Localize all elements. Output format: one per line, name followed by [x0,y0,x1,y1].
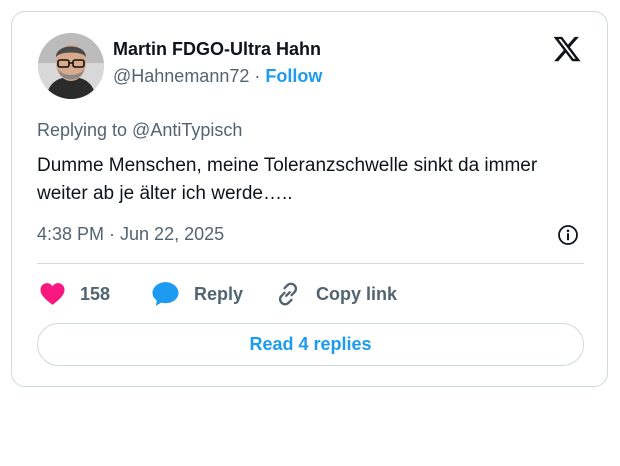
info-icon[interactable] [557,224,579,246]
reply-bubble-icon [152,282,179,306]
read-replies-button[interactable]: Read 4 replies [37,323,584,366]
reply-label: Reply [194,283,244,304]
replying-to[interactable]: Replying to @AntiTypisch [37,120,242,141]
avatar-image [38,33,104,99]
tweet-card: Martin FDGO-Ultra Hahn @Hahnemann72 · Fo… [11,11,608,387]
author-name[interactable]: Martin FDGO-Ultra Hahn [113,39,321,60]
heart-icon [40,283,65,305]
divider [37,263,584,264]
author-handle[interactable]: @Hahnemann72 [113,66,249,86]
read-replies-label: Read 4 replies [249,334,372,354]
timestamp[interactable]: 4:38 PM · Jun 22, 2025 [37,224,224,245]
separator-dot: · [254,66,261,86]
avatar[interactable] [38,33,104,99]
author-handle-row: @Hahnemann72 · Follow [113,66,322,87]
x-logo-icon[interactable] [552,34,582,64]
copy-link-button[interactable]: Copy link [274,280,397,308]
copy-link-label: Copy link [316,283,398,304]
like-count: 158 [80,283,111,304]
link-icon [278,282,298,306]
tweet-text: Dumme Menschen, meine Toleranzschwelle s… [37,155,538,204]
follow-button[interactable]: Follow [265,66,322,86]
like-button[interactable]: 158 [39,280,110,308]
reply-button[interactable]: Reply [151,280,243,308]
